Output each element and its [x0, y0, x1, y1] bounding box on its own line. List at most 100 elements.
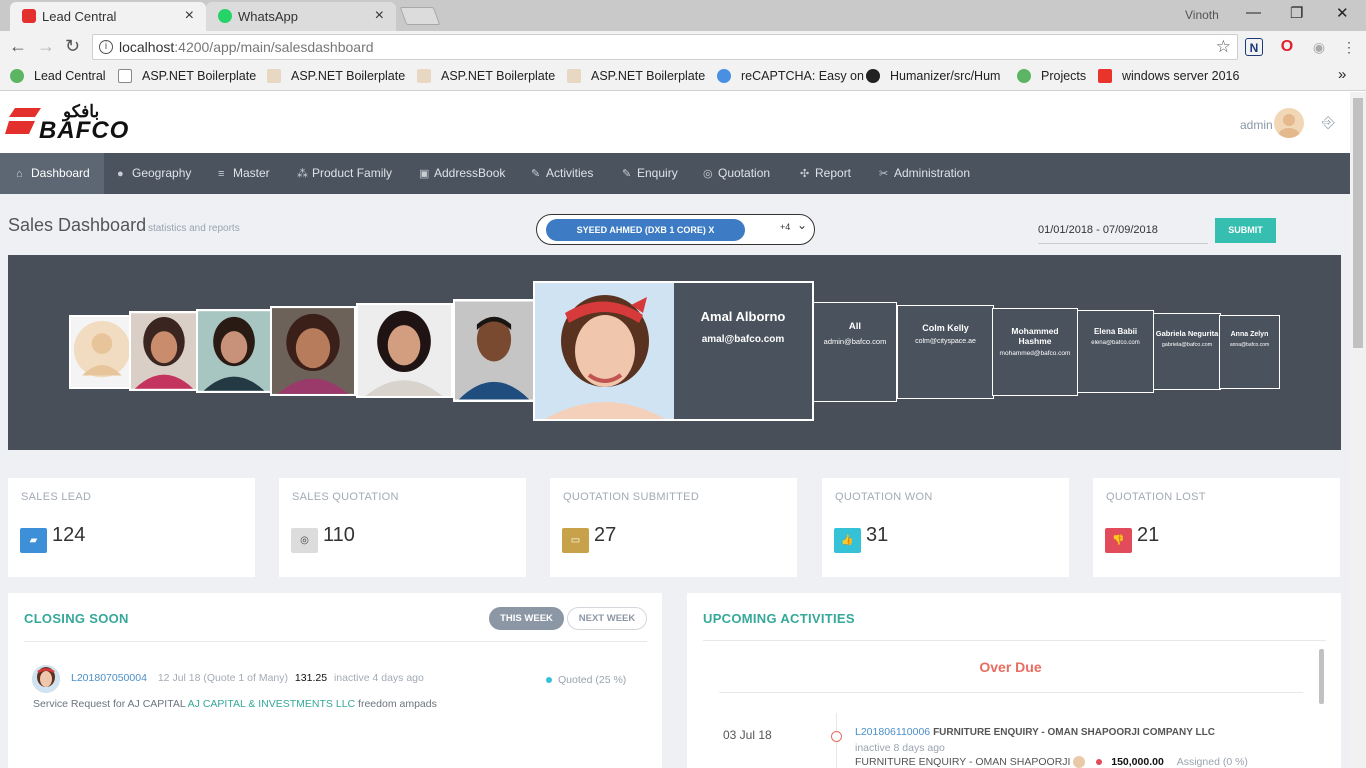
carousel-card-person[interactable]: Mohammed Hashme mohammed@bafco.com — [992, 308, 1078, 396]
featured-email: amal@bafco.com — [701, 334, 785, 345]
url-host: localhost — [119, 39, 175, 55]
stat-card-sales-lead[interactable]: SALES LEAD ▰ 124 — [8, 478, 255, 577]
carousel-card-photo[interactable] — [453, 299, 535, 402]
overdue-heading: Over Due — [979, 659, 1042, 675]
bookmarks-more-icon[interactable]: » — [1338, 66, 1346, 83]
stat-card-quotation-submitted[interactable]: QUOTATION SUBMITTED ▭ 27 — [550, 478, 797, 577]
thumbs-up-icon: 👍 — [834, 528, 861, 553]
tab-lead-central[interactable]: Lead Central × — [10, 2, 206, 31]
timeline-circle-icon — [831, 731, 842, 742]
extension-n-icon[interactable]: N — [1245, 38, 1263, 56]
d-logo-icon — [1098, 69, 1112, 83]
lead-status: Quoted (25 %) — [546, 674, 626, 686]
bookmark-item[interactable]: Projects — [1017, 69, 1086, 83]
carousel-card-photo[interactable] — [270, 306, 356, 396]
date-range-input[interactable]: 01/01/2018 - 07/09/2018 — [1038, 216, 1208, 244]
bookmarks-bar: Lead Central ASP.NET Boilerplate ASP.NET… — [0, 63, 1366, 91]
activity-status: Assigned (0 %) — [1176, 756, 1248, 768]
url-input[interactable]: i localhost:4200/app/main/salesdashboard … — [92, 34, 1238, 60]
stat-value: 27 — [594, 524, 617, 546]
url-path: :4200/app/main/salesdashboard — [174, 39, 374, 55]
document-icon: ▭ — [562, 528, 589, 553]
handshake-icon: ◎ — [291, 528, 318, 553]
closing-lead-row[interactable]: L201807050004 12 Jul 18 (Quote 1 of Many… — [71, 672, 424, 684]
lead-central-favicon-icon — [22, 9, 36, 23]
salesperson-carousel: Amal Alborno amal@bafco.com All admin@ba… — [8, 255, 1341, 450]
closing-soon-panel: CLOSING SOON THIS WEEK NEXT WEEK L201807… — [8, 593, 662, 768]
stat-value: 21 — [1137, 524, 1160, 546]
submit-button[interactable]: SUBMIT — [1215, 218, 1276, 243]
bookmark-item[interactable]: ASP.NET Boilerplate — [567, 69, 705, 83]
tab-title: WhatsApp — [238, 9, 298, 24]
scrollbar-thumb[interactable] — [1353, 98, 1363, 348]
activity-inactive: inactive 8 days ago — [855, 742, 945, 754]
carousel-card-photo[interactable] — [129, 311, 199, 391]
opera-extension-icon[interactable]: O — [1278, 38, 1296, 56]
person-photo — [358, 305, 451, 396]
carousel-card-all[interactable]: All admin@bafco.com — [813, 302, 897, 402]
stat-label: SALES LEAD — [21, 491, 92, 503]
close-window-button[interactable]: ✕ — [1336, 4, 1349, 22]
divider — [719, 692, 1303, 693]
stat-card-quotation-won[interactable]: QUOTATION WON 👍 31 — [822, 478, 1069, 577]
activity-title-row[interactable]: L201806110006 FURNITURE ENQUIRY - OMAN S… — [855, 726, 1215, 738]
bookmark-star-icon[interactable]: ☆ — [1216, 35, 1231, 59]
tab-close-icon[interactable]: × — [375, 7, 384, 25]
bookmark-item[interactable]: Lead Central — [10, 69, 106, 83]
carousel-card-person[interactable]: Elena Babii elena@bafco.com — [1077, 310, 1154, 393]
bookmark-item[interactable]: ASP.NET Boilerplate — [417, 69, 555, 83]
carousel-card-placeholder[interactable] — [69, 315, 135, 389]
lead-meta: 12 Jul 18 (Quote 1 of Many) — [157, 672, 288, 684]
restore-button[interactable]: ❐ — [1290, 4, 1303, 22]
chevron-down-icon[interactable]: ⌄ — [797, 218, 807, 232]
divider — [703, 640, 1326, 641]
dashboard-content: Sales Dashboard statistics and reports S… — [0, 92, 1350, 768]
reload-icon[interactable]: ↻ — [65, 36, 80, 57]
minimize-button[interactable]: — — [1246, 4, 1261, 21]
company-link[interactable]: AJ CAPITAL & INVESTMENTS LLC — [188, 698, 355, 710]
page-scrollbar[interactable] — [1350, 92, 1366, 768]
assignee-avatar — [1073, 756, 1086, 768]
forward-arrow-icon[interactable]: → — [37, 36, 55, 57]
carousel-card-person[interactable]: Anna Zelyn anna@bafco.com — [1219, 315, 1280, 389]
extension-circle-icon[interactable]: ◉ — [1310, 38, 1328, 56]
person-photo — [455, 301, 533, 400]
stat-value: 31 — [866, 524, 889, 546]
site-info-icon[interactable]: i — [99, 40, 113, 54]
carousel-card-person[interactable]: Colm Kelly colm@cityspace.ae — [897, 305, 994, 399]
bookmark-item[interactable]: windows server 2016 — [1098, 69, 1239, 83]
tab-whatsapp[interactable]: WhatsApp × — [206, 2, 396, 31]
this-week-button[interactable]: THIS WEEK — [489, 607, 564, 630]
bookmark-item[interactable]: reCAPTCHA: Easy on — [717, 69, 864, 83]
bookmark-item[interactable]: Humanizer/src/Hum — [866, 69, 1000, 83]
lead-description: Service Request for AJ CAPITAL AJ CAPITA… — [33, 698, 437, 710]
tab-title: Lead Central — [42, 9, 117, 24]
carousel-card-person[interactable]: Gabriela Negurita gabriela@bafco.com — [1153, 313, 1221, 390]
stat-card-sales-quotation[interactable]: SALES QUOTATION ◎ 110 — [279, 478, 526, 577]
window-user-name[interactable]: Vinoth — [1185, 8, 1219, 22]
featured-salesperson-card[interactable]: Amal Alborno amal@bafco.com — [533, 281, 814, 421]
chrome-menu-icon[interactable]: ⋮ — [1340, 38, 1358, 56]
bookmark-item[interactable]: ASP.NET Boilerplate — [118, 69, 256, 83]
activities-scrollbar[interactable] — [1319, 649, 1324, 704]
lead-id-link[interactable]: L201807050004 — [71, 672, 147, 684]
stat-card-quotation-lost[interactable]: QUOTATION LOST 👎 21 — [1093, 478, 1340, 577]
activity-lead-link[interactable]: L201806110006 — [855, 726, 930, 738]
carousel-card-photo[interactable] — [196, 309, 272, 393]
selected-salesperson-chip[interactable]: SYEED AHMED (DXB 1 CORE) X — [546, 219, 745, 241]
new-tab-button[interactable] — [399, 7, 441, 25]
back-arrow-icon[interactable]: ← — [9, 36, 27, 57]
panel-title: UPCOMING ACTIVITIES — [703, 611, 855, 626]
person-photo — [131, 313, 197, 389]
tab-close-icon[interactable]: × — [185, 7, 194, 25]
lead-owner-avatar — [32, 665, 60, 693]
abp-icon — [567, 69, 581, 83]
recaptcha-icon — [717, 69, 731, 83]
bookmark-item[interactable]: ASP.NET Boilerplate — [267, 69, 405, 83]
salesperson-selector[interactable]: SYEED AHMED (DXB 1 CORE) X +4 ⌄ — [536, 214, 815, 245]
thumbs-down-icon: 👎 — [1105, 528, 1132, 553]
next-week-button[interactable]: NEXT WEEK — [567, 607, 647, 630]
activity-amount: 150,000.00 — [1111, 756, 1164, 768]
carousel-card-photo[interactable] — [356, 303, 453, 398]
stat-label: QUOTATION LOST — [1106, 491, 1206, 503]
